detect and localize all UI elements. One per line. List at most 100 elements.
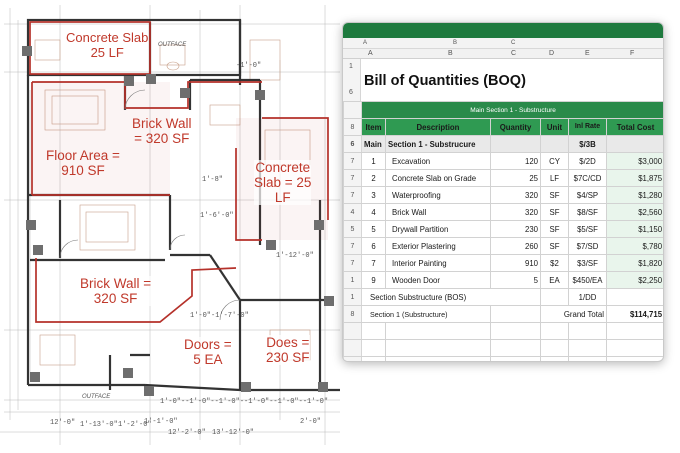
subtotal-rate-cell[interactable]: 1/DD (568, 288, 607, 306)
total-cost-cell[interactable]: $3,000 (605, 152, 663, 170)
unit-cell[interactable]: SF (540, 203, 569, 221)
empty-cell[interactable] (540, 356, 569, 361)
item-cell[interactable]: 9 (361, 271, 386, 289)
empty-cell[interactable] (568, 339, 607, 357)
total-cost-cell[interactable]: $2,560 (605, 203, 663, 221)
quantity-cell[interactable]: 910 (490, 254, 541, 272)
item-cell[interactable]: 7 (361, 254, 386, 272)
section-banner[interactable]: Main Section 1 - Substructure (360, 101, 663, 119)
empty-cell[interactable] (490, 339, 541, 357)
total-cost-cell[interactable]: $1,280 (605, 186, 663, 204)
total-cost-cell[interactable]: $1,875 (605, 169, 663, 187)
empty-cell[interactable] (605, 322, 663, 340)
empty-cell[interactable] (385, 339, 491, 357)
item-cell[interactable]: 3 (361, 186, 386, 204)
grand-total-value[interactable]: $114,715 (605, 305, 663, 323)
empty-cell[interactable] (540, 135, 569, 153)
quantity-cell[interactable]: 25 (490, 169, 541, 187)
column-header[interactable]: D (549, 50, 554, 57)
empty-cell[interactable] (605, 356, 663, 361)
quantity-cell[interactable]: 230 (490, 220, 541, 238)
description-cell[interactable]: Exterior Plastering (385, 237, 491, 255)
unit-cell[interactable]: LF (540, 169, 569, 187)
rate-cell[interactable]: $4/SP (568, 186, 607, 204)
subtotal-description-cell[interactable]: Section Substructure (BOS) (361, 288, 541, 306)
boq-title[interactable]: Bill of Quantities (BOQ) (364, 73, 526, 89)
description-cell[interactable]: Waterproofing (385, 186, 491, 204)
header-rate[interactable]: Inl Rate (568, 118, 607, 136)
header-quantity[interactable]: Quantity (490, 118, 541, 136)
item-cell[interactable]: 2 (361, 169, 386, 187)
description-cell[interactable]: Brick Wall (385, 203, 491, 221)
cell-reference[interactable]: A (363, 40, 367, 46)
plan-label-doors: Doors = 5 EA (184, 337, 232, 368)
rate-cell[interactable]: $8/SF (568, 203, 607, 221)
header-description[interactable]: Description (385, 118, 491, 136)
empty-cell[interactable] (385, 356, 491, 361)
rate-cell[interactable]: $7/SD (568, 237, 607, 255)
column-header[interactable]: F (630, 50, 634, 57)
formula-bar[interactable]: A B C (343, 38, 663, 49)
dimension-text: 12'-0" (50, 419, 76, 427)
empty-cell[interactable] (540, 339, 569, 357)
rate-cell[interactable]: $/2D (568, 152, 607, 170)
total-cost-cell[interactable]: $1,820 (605, 254, 663, 272)
empty-cell[interactable] (540, 322, 569, 340)
header-item[interactable]: Item (361, 118, 386, 136)
empty-cell[interactable] (540, 288, 569, 306)
total-description-cell[interactable]: Section 1 (Substructure) (361, 305, 491, 323)
column-header[interactable]: E (585, 50, 590, 57)
empty-cell[interactable] (605, 135, 663, 153)
title-row[interactable]: 1 6 Bill of Quantities (BOQ) (343, 59, 663, 101)
rate-cell[interactable]: $7C/CD (568, 169, 607, 187)
section-rate-cell[interactable]: $/3B (568, 135, 607, 153)
unit-cell[interactable]: SF (540, 220, 569, 238)
unit-cell[interactable]: SF (540, 237, 569, 255)
empty-cell[interactable] (605, 288, 663, 306)
empty-cell[interactable] (605, 339, 663, 357)
section-description-cell[interactable]: Section 1 - Substrucure (385, 135, 491, 153)
column-header[interactable]: A (368, 50, 373, 57)
description-cell[interactable]: Excavation (385, 152, 491, 170)
total-cost-cell[interactable]: $1,150 (605, 220, 663, 238)
empty-cell[interactable] (490, 322, 541, 340)
empty-cell[interactable] (361, 322, 386, 340)
rate-cell[interactable]: $3/SF (568, 254, 607, 272)
item-cell[interactable]: 6 (361, 237, 386, 255)
unit-cell[interactable]: CY (540, 152, 569, 170)
quantity-cell[interactable]: 120 (490, 152, 541, 170)
description-cell[interactable]: Wooden Door (385, 271, 491, 289)
rate-cell[interactable]: $450/EA (568, 271, 607, 289)
header-total-cost[interactable]: Total Cost (605, 118, 663, 136)
description-cell[interactable]: Concrete Slab on Grade (385, 169, 491, 187)
unit-cell[interactable]: $2 (540, 254, 569, 272)
total-cost-cell[interactable]: $2,250 (605, 271, 663, 289)
description-cell[interactable]: Drywall Partition (385, 220, 491, 238)
quantity-cell[interactable]: 320 (490, 186, 541, 204)
empty-cell[interactable] (490, 135, 541, 153)
quantity-cell[interactable]: 320 (490, 203, 541, 221)
unit-cell[interactable]: EA (540, 271, 569, 289)
empty-cell[interactable] (490, 356, 541, 361)
description-cell[interactable]: Interior Painting (385, 254, 491, 272)
empty-cell[interactable] (568, 356, 607, 361)
header-unit[interactable]: Unit (540, 118, 569, 136)
column-header[interactable]: B (448, 50, 453, 57)
item-cell[interactable]: 1 (361, 152, 386, 170)
empty-cell[interactable] (385, 322, 491, 340)
item-cell[interactable]: 5 (361, 220, 386, 238)
item-cell[interactable]: 4 (361, 203, 386, 221)
total-cost-cell[interactable]: $,780 (605, 237, 663, 255)
unit-cell[interactable]: SF (540, 186, 569, 204)
empty-cell[interactable] (568, 322, 607, 340)
quantity-cell[interactable]: 5 (490, 271, 541, 289)
section-item-cell[interactable]: Main (361, 135, 386, 153)
grand-total-label[interactable]: Grand Total (540, 305, 607, 323)
column-header[interactable]: C (511, 50, 516, 57)
empty-cell[interactable] (361, 339, 386, 357)
quantity-cell[interactable]: 260 (490, 237, 541, 255)
empty-cell[interactable] (361, 356, 386, 361)
rate-cell[interactable]: $5/SF (568, 220, 607, 238)
empty-cell[interactable] (490, 305, 541, 323)
window-titlebar[interactable] (343, 23, 663, 38)
